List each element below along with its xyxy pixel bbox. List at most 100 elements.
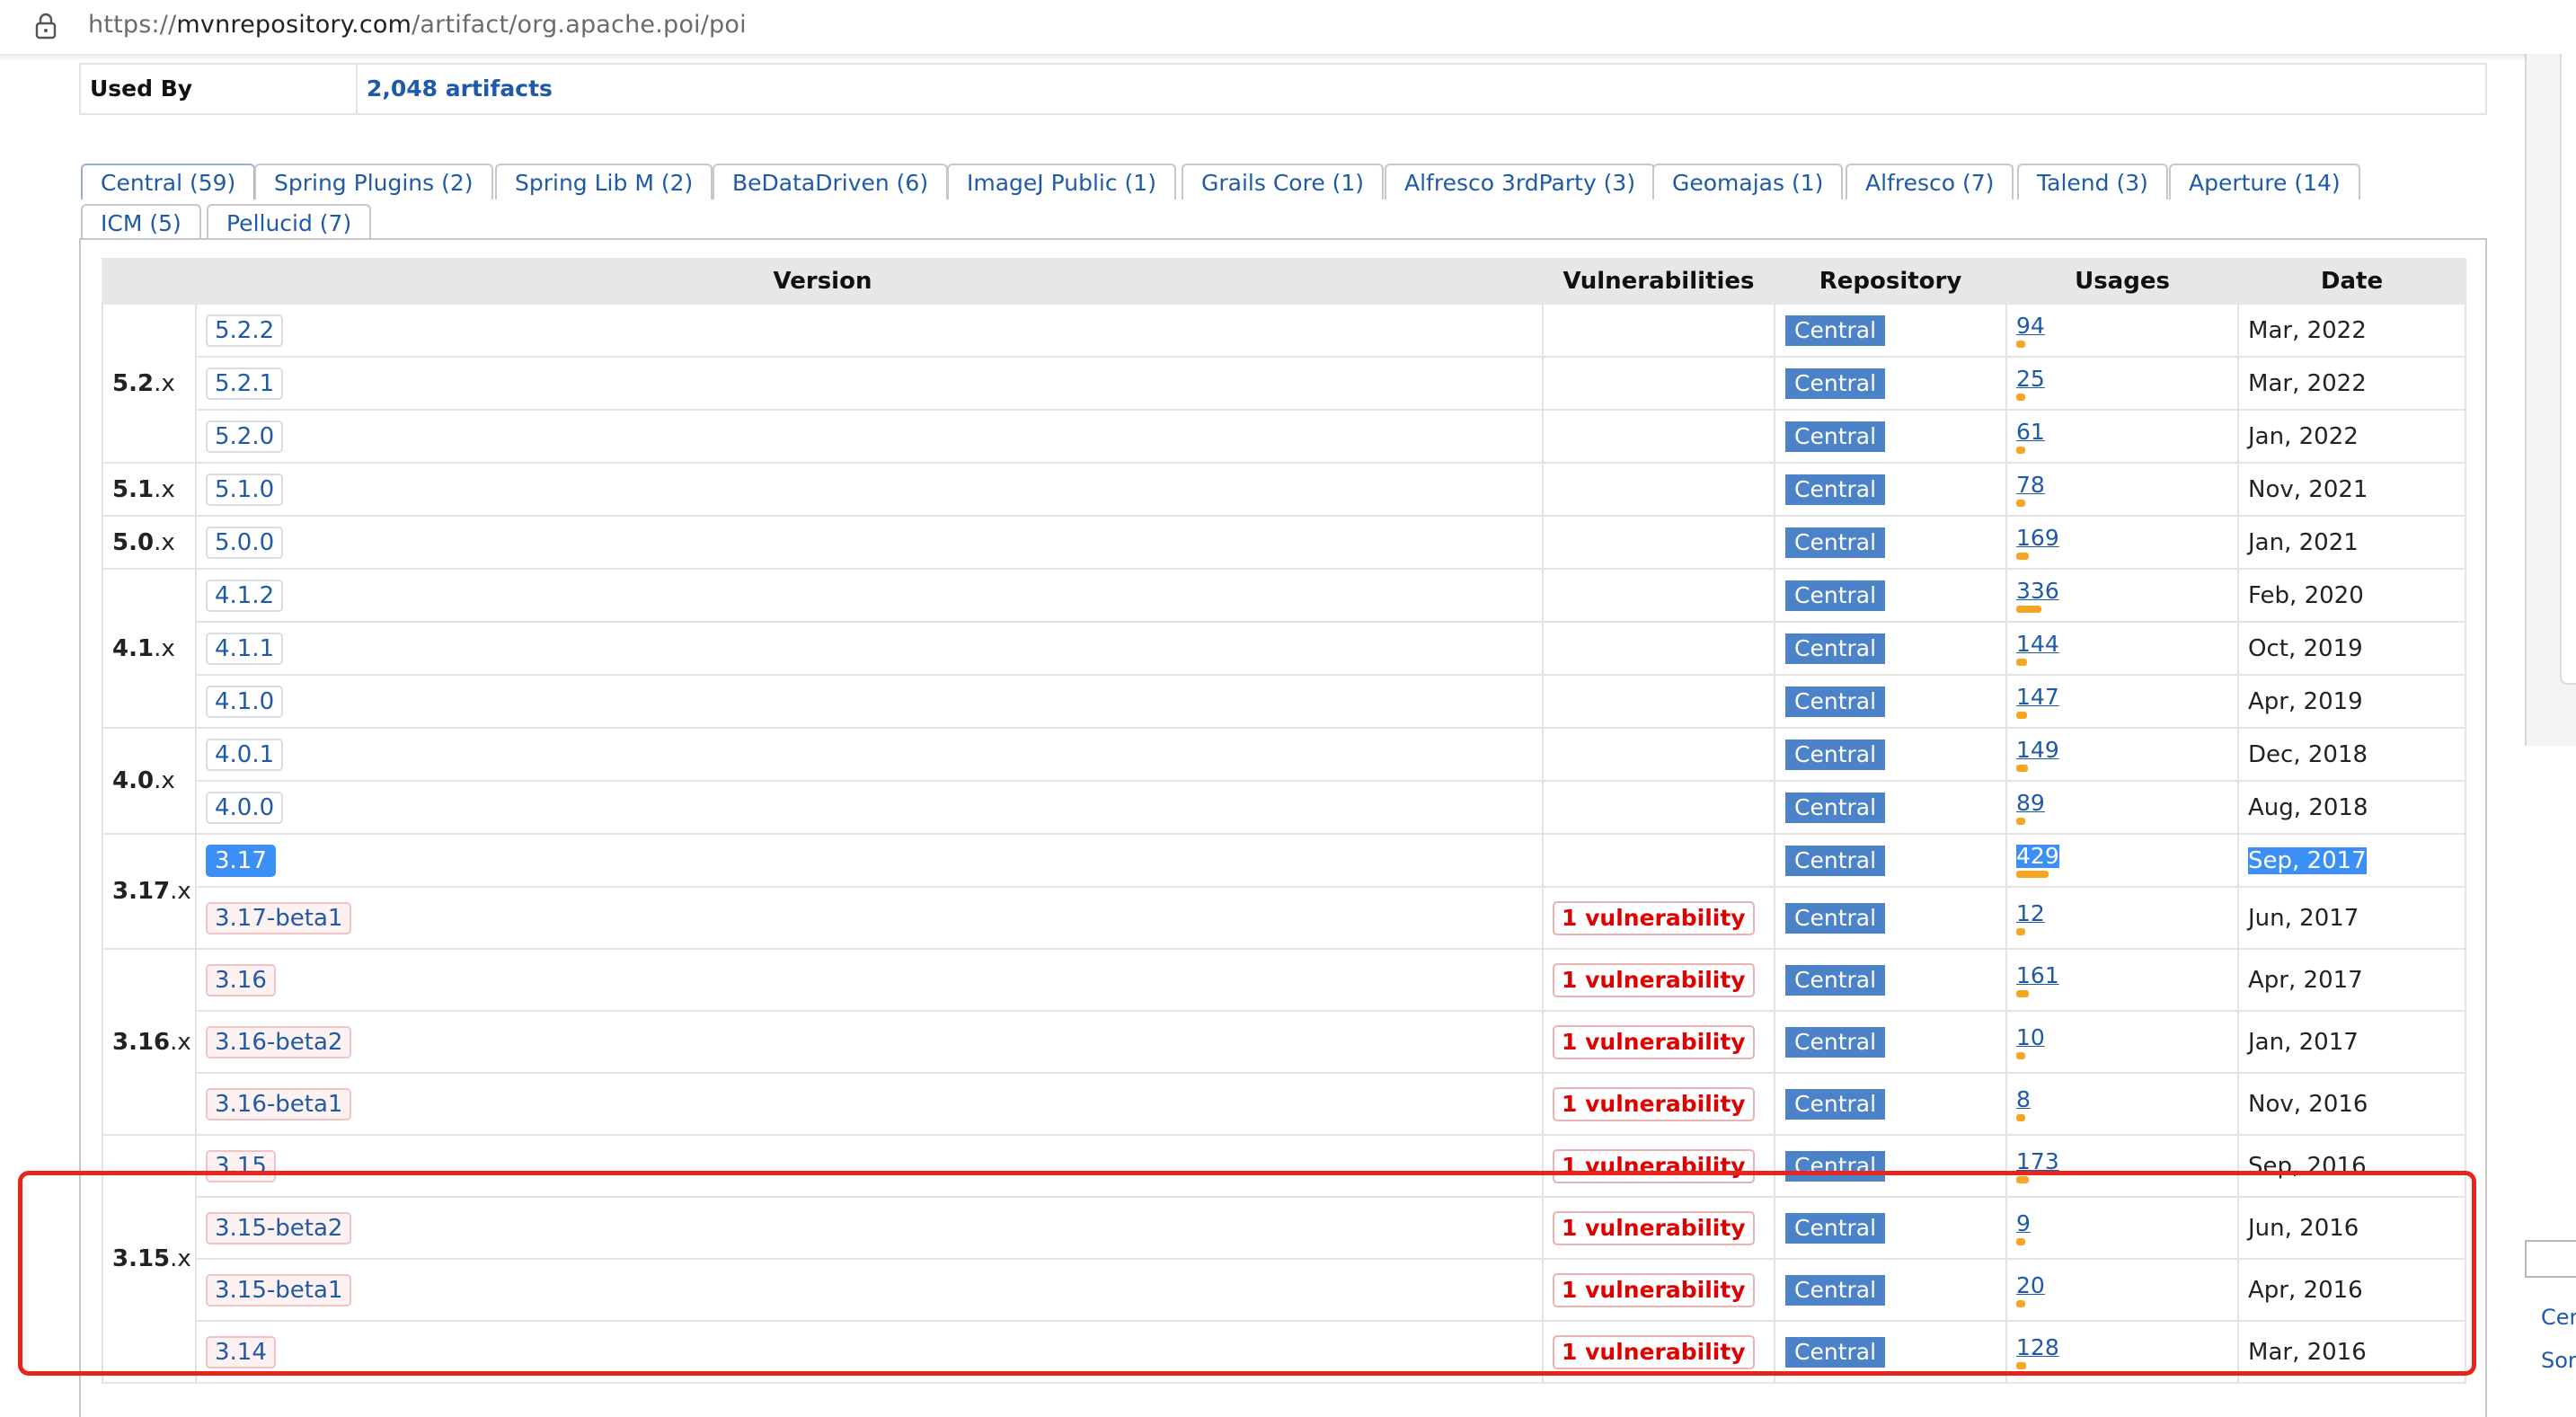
- version-link[interactable]: 3.16-beta1: [206, 1087, 352, 1120]
- usages-cell: 61: [2005, 409, 2240, 464]
- vulnerability-badge[interactable]: 1 vulnerability: [1553, 1086, 1755, 1121]
- tab-aperture[interactable]: Aperture (14): [2169, 164, 2360, 199]
- repository-badge[interactable]: Central: [1785, 314, 1886, 346]
- repository-badge[interactable]: Central: [1785, 792, 1886, 823]
- vulnerability-cell: [1542, 303, 1776, 358]
- version-link[interactable]: 5.2.0: [206, 420, 284, 453]
- version-link[interactable]: 5.0.0: [206, 526, 284, 559]
- release-date: Nov, 2021: [2248, 475, 2368, 503]
- version-link[interactable]: 4.0.1: [206, 738, 284, 771]
- repository-badge[interactable]: Central: [1785, 1212, 1886, 1244]
- repository-badge[interactable]: Central: [1785, 964, 1886, 996]
- usages-link[interactable]: 169: [2016, 527, 2059, 550]
- repository-badge[interactable]: Central: [1785, 739, 1886, 770]
- date-cell: Sep, 2016: [2237, 1134, 2467, 1198]
- repository-badge[interactable]: Central: [1785, 1336, 1886, 1368]
- used-by-link[interactable]: 2,048 artifacts: [367, 75, 553, 102]
- version-link[interactable]: 3.15-beta1: [206, 1273, 352, 1306]
- tab-pellucid[interactable]: Pellucid (7): [207, 204, 372, 240]
- date-cell: Jun, 2017: [2237, 886, 2467, 950]
- repository-badge[interactable]: Central: [1785, 633, 1886, 664]
- table-row: 5.0.x 5.0.0 Central 169 Jan, 2021: [102, 515, 2467, 570]
- tab-icm[interactable]: ICM (5): [81, 204, 201, 240]
- usages-link[interactable]: 429: [2016, 845, 2059, 868]
- version-link[interactable]: 3.14: [206, 1335, 276, 1368]
- vulnerability-badge[interactable]: 1 vulnerability: [1553, 1334, 1755, 1369]
- version-link[interactable]: 5.1.0: [206, 473, 284, 506]
- major-version-label: 3.16: [112, 1028, 171, 1056]
- tab-talend[interactable]: Talend (3): [2017, 164, 2168, 199]
- tab-bedatadriven[interactable]: BeDataDriven (6): [713, 164, 949, 199]
- url-text[interactable]: https://mvnrepository.com/artifact/org.a…: [88, 9, 747, 41]
- repository-badge[interactable]: Central: [1785, 421, 1886, 452]
- version-link[interactable]: 5.2.1: [206, 367, 284, 400]
- repository-badge[interactable]: Central: [1785, 474, 1886, 505]
- usage-bar: [2016, 871, 2049, 878]
- usages-link[interactable]: 12: [2016, 902, 2045, 925]
- repository-badge[interactable]: Central: [1785, 580, 1886, 611]
- repository-badge[interactable]: Central: [1785, 1026, 1886, 1058]
- release-date: Sep, 2017: [2248, 846, 2367, 874]
- usages-link[interactable]: 173: [2016, 1150, 2059, 1173]
- usages-link[interactable]: 147: [2016, 686, 2059, 709]
- version-link[interactable]: 4.1.0: [206, 685, 284, 718]
- version-link[interactable]: 4.1.1: [206, 632, 284, 665]
- version-link[interactable]: 3.17: [206, 844, 276, 877]
- version-link[interactable]: 3.15-beta2: [206, 1211, 352, 1244]
- vulnerability-badge[interactable]: 1 vulnerability: [1553, 1024, 1755, 1059]
- vulnerability-badge[interactable]: 1 vulnerability: [1553, 1148, 1755, 1183]
- usages-link[interactable]: 161: [2016, 964, 2059, 987]
- tab-alfresco-3rdparty[interactable]: Alfresco 3rdParty (3): [1385, 164, 1656, 199]
- usage-bar: [2016, 928, 2026, 935]
- usages-link[interactable]: 89: [2016, 792, 2045, 815]
- usages-link[interactable]: 10: [2016, 1026, 2045, 1049]
- version-link[interactable]: 3.16-beta2: [206, 1025, 352, 1058]
- tab-spring-plugins[interactable]: Spring Plugins (2): [254, 164, 493, 199]
- repository-badge[interactable]: Central: [1785, 686, 1886, 717]
- tab-imagej-public[interactable]: ImageJ Public (1): [947, 164, 1176, 199]
- repository-badge[interactable]: Central: [1785, 1274, 1886, 1306]
- sidebar-link-2[interactable]: Sor: [2541, 1348, 2576, 1373]
- usages-link[interactable]: 94: [2016, 314, 2045, 338]
- vulnerability-badge[interactable]: 1 vulnerability: [1553, 1210, 1755, 1245]
- usages-link[interactable]: 61: [2016, 421, 2045, 444]
- repository-badge[interactable]: Central: [1785, 1150, 1886, 1182]
- usages-link[interactable]: 149: [2016, 739, 2059, 762]
- repository-badge[interactable]: Central: [1785, 368, 1886, 399]
- header-date: Date: [2237, 258, 2467, 305]
- tab-geomajas[interactable]: Geomajas (1): [1652, 164, 1844, 199]
- usages-link[interactable]: 9: [2016, 1212, 2031, 1235]
- usages-link[interactable]: 25: [2016, 368, 2045, 391]
- usages-cell: 169: [2005, 515, 2240, 570]
- usages-link[interactable]: 8: [2016, 1088, 2031, 1111]
- release-date: Jun, 2016: [2248, 1214, 2359, 1242]
- repository-badge[interactable]: Central: [1785, 1088, 1886, 1120]
- tab-central[interactable]: Central (59): [81, 164, 256, 199]
- vulnerability-badge[interactable]: 1 vulnerability: [1553, 900, 1755, 935]
- usages-cell: 128: [2005, 1320, 2240, 1384]
- sidebar-link-1[interactable]: Cer: [2541, 1305, 2576, 1330]
- version-link[interactable]: 3.15: [206, 1149, 276, 1182]
- version-link[interactable]: 3.16: [206, 963, 276, 996]
- tab-grails-core[interactable]: Grails Core (1): [1182, 164, 1385, 199]
- usages-link[interactable]: 144: [2016, 633, 2059, 656]
- usages-link[interactable]: 20: [2016, 1274, 2045, 1297]
- vulnerability-badge[interactable]: 1 vulnerability: [1553, 962, 1755, 997]
- version-link[interactable]: 5.2.2: [206, 314, 284, 347]
- tab-spring-lib-m[interactable]: Spring Lib M (2): [495, 164, 713, 199]
- repository-cell: Central: [1774, 727, 2008, 782]
- address-bar[interactable]: https://mvnrepository.com/artifact/org.a…: [0, 0, 2576, 56]
- version-link[interactable]: 4.0.0: [206, 791, 284, 824]
- repository-cell: Central: [1774, 674, 2008, 729]
- repository-badge[interactable]: Central: [1785, 527, 1886, 558]
- usages-link[interactable]: 128: [2016, 1336, 2059, 1359]
- vulnerability-badge[interactable]: 1 vulnerability: [1553, 1272, 1755, 1307]
- repository-badge[interactable]: Central: [1785, 845, 1886, 876]
- usages-link[interactable]: 336: [2016, 580, 2059, 603]
- usages-link[interactable]: 78: [2016, 474, 2045, 497]
- tab-alfresco[interactable]: Alfresco (7): [1846, 164, 2014, 199]
- repository-badge[interactable]: Central: [1785, 902, 1886, 934]
- sidebar-search-input[interactable]: [2525, 1240, 2576, 1278]
- version-link[interactable]: 4.1.2: [206, 579, 284, 612]
- version-link[interactable]: 3.17-beta1: [206, 901, 352, 934]
